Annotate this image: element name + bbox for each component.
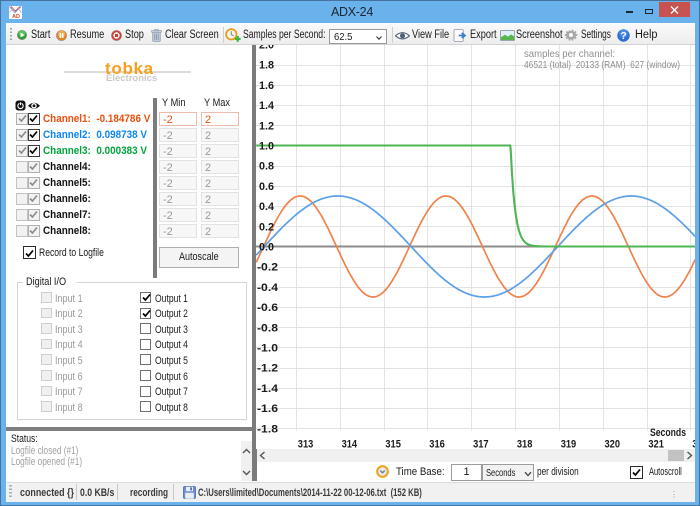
svg-text:-1.8: -1.8 xyxy=(257,423,278,435)
svg-text:319: 319 xyxy=(561,439,577,450)
svg-text:0.8: 0.8 xyxy=(259,161,274,173)
svg-text:0.6: 0.6 xyxy=(259,181,274,193)
svg-text:-1.6: -1.6 xyxy=(257,403,278,415)
svg-text:314: 314 xyxy=(342,439,358,450)
svg-text:1.4: 1.4 xyxy=(259,100,275,112)
svg-text:0.4: 0.4 xyxy=(259,201,275,213)
svg-text:AD: AD xyxy=(12,14,20,19)
svg-text:1.6: 1.6 xyxy=(259,80,274,92)
svg-text:Seconds: Seconds xyxy=(650,427,686,439)
svg-text:0.0: 0.0 xyxy=(259,242,274,254)
svg-text:318: 318 xyxy=(517,439,533,450)
svg-text:1.8: 1.8 xyxy=(259,60,274,72)
svg-text:-1.4: -1.4 xyxy=(257,383,279,395)
svg-text:313: 313 xyxy=(298,439,314,450)
svg-text:2.0: 2.0 xyxy=(259,45,274,52)
svg-text:1.2: 1.2 xyxy=(259,120,274,132)
svg-text:1.0: 1.0 xyxy=(259,141,274,153)
svg-text:316: 316 xyxy=(429,439,445,450)
svg-text:-1.0: -1.0 xyxy=(257,343,278,355)
svg-text:320: 320 xyxy=(605,439,621,450)
svg-text:-1.2: -1.2 xyxy=(257,363,278,375)
svg-text:321: 321 xyxy=(648,439,664,450)
svg-text:-0.8: -0.8 xyxy=(257,322,278,334)
svg-text:317: 317 xyxy=(473,439,489,450)
svg-text:-0.2: -0.2 xyxy=(257,262,278,274)
svg-text:-0.6: -0.6 xyxy=(257,302,278,314)
svg-text:315: 315 xyxy=(385,439,401,450)
svg-text:?: ? xyxy=(620,31,626,42)
svg-text:-0.4: -0.4 xyxy=(257,282,279,294)
svg-text:0.2: 0.2 xyxy=(259,221,274,233)
svg-text:46521 (total) 20133 (RAM) 62: 46521 (total) 20133 (RAM) 627 (window) xyxy=(524,59,680,71)
